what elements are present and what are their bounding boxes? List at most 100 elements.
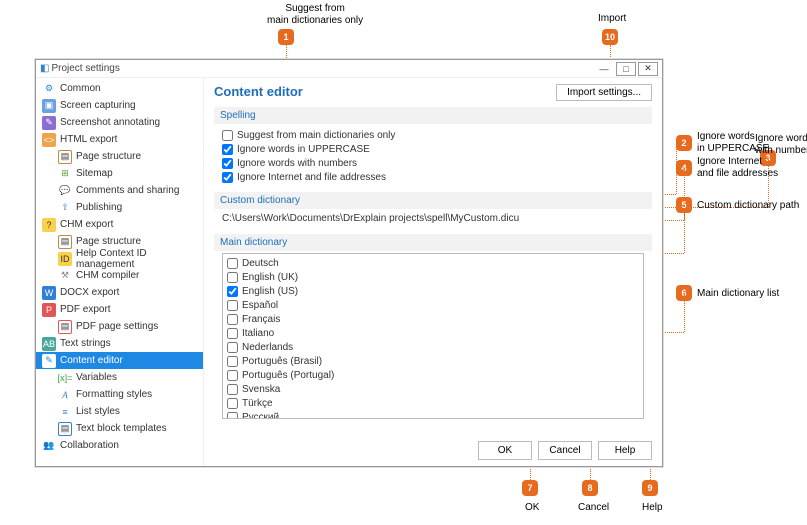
minimize-button[interactable]: — (594, 62, 614, 76)
dict-nl-box[interactable] (227, 342, 238, 353)
compiler-icon: ⚒ (58, 269, 72, 283)
chk-ignore-uppercase-box[interactable] (222, 144, 233, 155)
maximize-button[interactable]: □ (616, 62, 636, 76)
dict-es-box[interactable] (227, 300, 238, 311)
sidebar-item-list-styles[interactable]: ≡ List styles (36, 403, 203, 420)
sidebar-label: Text block templates (76, 423, 167, 434)
sidebar-item-formatting[interactable]: AFormatting styles (36, 386, 203, 403)
sidebar-label: Text strings (60, 338, 111, 349)
chk-ignore-uppercase[interactable]: Ignore words in UPPERCASE (222, 142, 644, 156)
docx-icon: W (42, 286, 56, 300)
sidebar-item-sitemap[interactable]: ⊞Sitemap (36, 165, 203, 182)
chm-icon: ? (42, 218, 56, 232)
annot-1-badge: 1 (278, 29, 294, 45)
sidebar-item-text-block[interactable]: ▤ Text block templates (36, 420, 203, 437)
sidebar-item-docx-export[interactable]: W DOCX export (36, 284, 203, 301)
cancel-button[interactable]: Cancel (538, 441, 592, 460)
sidebar-item-help-context[interactable]: IDHelp Context ID management (36, 250, 203, 267)
dict-en-us-box[interactable] (227, 286, 238, 297)
chk-suggest-main[interactable]: Suggest from main dictionaries only (222, 128, 644, 142)
dict-label: Italiano (242, 328, 274, 339)
dict-en-uk[interactable]: English (UK) (227, 270, 639, 284)
dict-fr-box[interactable] (227, 314, 238, 325)
dict-label: Français (242, 314, 280, 325)
dict-sv[interactable]: Svenska (227, 382, 639, 396)
sidebar-item-chm-export[interactable]: ?CHM export (36, 216, 203, 233)
dict-ru[interactable]: Русский (227, 410, 639, 419)
sidebar-label: Screenshot annotating (60, 117, 160, 128)
dict-en-uk-box[interactable] (227, 272, 238, 283)
sidebar-label: List styles (76, 406, 120, 417)
chk-ignore-numbers[interactable]: Ignore words with numbers (222, 156, 644, 170)
section-custom-dict: Custom dictionary (214, 192, 652, 209)
sidebar-item-publishing[interactable]: ⇧Publishing (36, 199, 203, 216)
dict-pt-pt[interactable]: Português (Portugal) (227, 368, 639, 382)
sidebar-label: Help Context ID management (76, 248, 199, 270)
sidebar-item-common[interactable]: ⚙Common (36, 80, 203, 97)
html-icon: <> (42, 133, 56, 147)
sidebar-item-screen-capturing[interactable]: ▣Screen capturing (36, 97, 203, 114)
ok-button[interactable]: OK (478, 441, 532, 460)
dict-it-box[interactable] (227, 328, 238, 339)
dict-de-box[interactable] (227, 258, 238, 269)
editor-icon: ✎ (42, 354, 56, 368)
dict-label: Português (Brasil) (242, 356, 322, 367)
annot-5-label: Custom dictionary path (697, 200, 799, 212)
sidebar: ⚙Common ▣Screen capturing ✎Screenshot an… (36, 78, 204, 466)
dict-es[interactable]: Español (227, 298, 639, 312)
sidebar-item-html-export[interactable]: <>HTML export (36, 131, 203, 148)
sidebar-label: PDF page settings (76, 321, 158, 332)
sidebar-item-chm-compiler[interactable]: ⚒ CHM compiler (36, 267, 203, 284)
dict-label: English (UK) (242, 272, 298, 283)
dict-tr[interactable]: Türkçe (227, 396, 639, 410)
chk-ignore-internet-box[interactable] (222, 172, 233, 183)
dict-en-us[interactable]: English (US) (227, 284, 639, 298)
dict-it[interactable]: Italiano (227, 326, 639, 340)
chk-suggest-main-box[interactable] (222, 130, 233, 141)
sidebar-item-pdf-export[interactable]: PPDF export (36, 301, 203, 318)
chk-ignore-internet[interactable]: Ignore Internet and file addresses (222, 170, 644, 184)
sidebar-item-text-strings[interactable]: ABText strings (36, 335, 203, 352)
dict-label: English (US) (242, 286, 298, 297)
annot-4-label: Ignore Internet and file addresses (697, 156, 778, 180)
titlebar: ◧ Project settings — □ ✕ (36, 60, 662, 78)
sidebar-item-content-editor[interactable]: ✎Content editor (36, 352, 203, 369)
sidebar-label: Screen capturing (60, 100, 136, 111)
annot-7-label: OK (525, 502, 539, 514)
sidebar-item-collaboration[interactable]: 👥Collaboration (36, 437, 203, 454)
sidebar-item-pdf-page[interactable]: ▤ PDF page settings (36, 318, 203, 335)
dict-tr-box[interactable] (227, 398, 238, 409)
close-button[interactable]: ✕ (638, 62, 658, 76)
dict-pt-br[interactable]: Português (Brasil) (227, 354, 639, 368)
sidebar-item-comments[interactable]: 💬Comments and sharing (36, 182, 203, 199)
import-settings-button[interactable]: Import settings... (556, 84, 652, 101)
dict-de[interactable]: Deutsch (227, 256, 639, 270)
app-icon: ◧ (40, 63, 49, 74)
dict-pt-br-box[interactable] (227, 356, 238, 367)
sidebar-label: Formatting styles (76, 389, 152, 400)
dict-label: Türkçe (242, 398, 273, 409)
sidebar-label: Page structure (76, 151, 141, 162)
block-icon: ▤ (58, 422, 72, 436)
dict-ru-box[interactable] (227, 412, 238, 420)
pdf-page-icon: ▤ (58, 320, 72, 334)
sidebar-label: CHM compiler (76, 270, 139, 281)
sidebar-label: Sitemap (76, 168, 113, 179)
chk-ignore-numbers-box[interactable] (222, 158, 233, 169)
help-button[interactable]: Help (598, 441, 652, 460)
dict-nl[interactable]: Nederlands (227, 340, 639, 354)
sidebar-item-screenshot-annotating[interactable]: ✎Screenshot annotating (36, 114, 203, 131)
dict-label: Русский (242, 412, 279, 420)
dict-pt-pt-box[interactable] (227, 370, 238, 381)
annot-3-label: Ignore words with numbers (755, 133, 807, 157)
chk-label: Suggest from main dictionaries only (237, 130, 395, 141)
dict-fr[interactable]: Français (227, 312, 639, 326)
sidebar-item-variables[interactable]: [x]=Variables (36, 369, 203, 386)
dict-label: Deutsch (242, 258, 279, 269)
sidebar-label: DOCX export (60, 287, 119, 298)
sidebar-item-page-structure[interactable]: ▤Page structure (36, 148, 203, 165)
list-icon: ≡ (58, 405, 72, 419)
main-dict-list[interactable]: Deutsch English (UK) English (US) Españo… (222, 253, 644, 419)
page-icon: ▤ (58, 235, 72, 249)
dict-sv-box[interactable] (227, 384, 238, 395)
